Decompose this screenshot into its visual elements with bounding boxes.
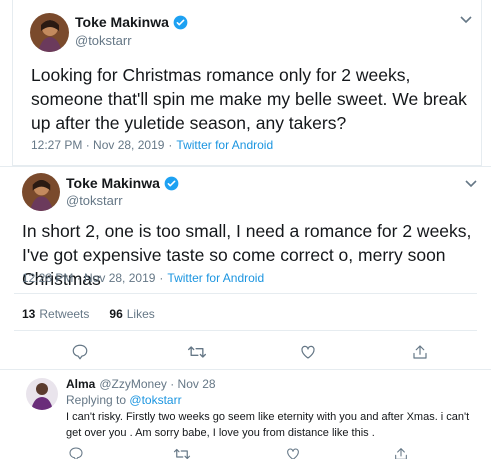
verified-badge-icon: [164, 176, 179, 191]
reply-text: I can't risky. Firstly two weeks go seem…: [66, 411, 470, 439]
reply-icon[interactable]: [65, 443, 87, 459]
heart-icon[interactable]: [282, 443, 304, 459]
heart-icon[interactable]: [297, 341, 319, 363]
reply-author-handle[interactable]: @ZzyMoney · Nov 28: [99, 377, 215, 391]
tweet-text: Looking for Christmas romance only for 2…: [31, 65, 467, 133]
divider: [14, 330, 477, 331]
author-name[interactable]: Toke Makinwa: [75, 14, 169, 30]
likes-stat[interactable]: 96 Likes: [109, 307, 154, 321]
retweets-stat[interactable]: 13 Retweets: [22, 307, 89, 321]
replying-to-link[interactable]: @tokstarr: [129, 393, 181, 407]
tweet-source-link[interactable]: Twitter for Android: [167, 271, 264, 285]
author-handle[interactable]: @tokstarr: [75, 33, 132, 48]
tweet-source-link[interactable]: Twitter for Android: [176, 138, 273, 152]
tweet-timestamp[interactable]: 12:28 PM · Nov 28, 2019: [22, 271, 155, 285]
retweet-icon[interactable]: [186, 341, 208, 363]
tweet-card-2[interactable]: Toke Makinwa @tokstarr In short 2, one i…: [0, 166, 491, 459]
author-handle[interactable]: @tokstarr: [66, 193, 123, 208]
avatar[interactable]: [26, 378, 58, 410]
replying-to-line: Replying to @tokstarr: [66, 393, 182, 407]
reply-icon[interactable]: [69, 341, 91, 363]
chevron-down-icon[interactable]: [465, 175, 477, 193]
verified-badge-icon: [173, 15, 188, 30]
reply-author-name[interactable]: Alma: [66, 377, 95, 391]
author-name[interactable]: Toke Makinwa: [66, 175, 160, 191]
divider: [14, 293, 477, 294]
tweet-card-1[interactable]: Toke Makinwa @tokstarr Looking for Chris…: [12, 0, 482, 166]
avatar[interactable]: [22, 173, 60, 211]
share-icon[interactable]: [409, 341, 431, 363]
chevron-down-icon[interactable]: [460, 11, 472, 29]
meta-separator: ·: [159, 271, 164, 285]
divider: [0, 369, 491, 370]
retweet-icon[interactable]: [171, 443, 193, 459]
share-icon[interactable]: [390, 443, 412, 459]
avatar[interactable]: [30, 13, 69, 52]
tweet-timestamp[interactable]: 12:27 PM · Nov 28, 2019: [31, 138, 164, 152]
meta-separator: ·: [168, 138, 173, 152]
